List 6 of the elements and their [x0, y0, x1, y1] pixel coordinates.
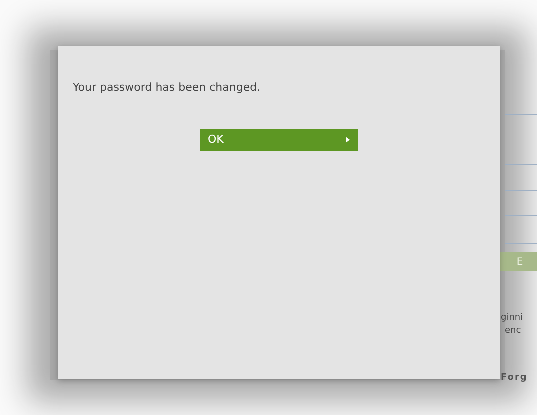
background-text[interactable]: Forg	[501, 372, 528, 384]
background-text: ginni	[501, 312, 524, 324]
ok-button[interactable]: OK	[200, 129, 358, 151]
dialog-message: Your password has been changed.	[73, 80, 261, 96]
caret-icon	[346, 137, 350, 143]
background-text: enc	[505, 325, 522, 337]
